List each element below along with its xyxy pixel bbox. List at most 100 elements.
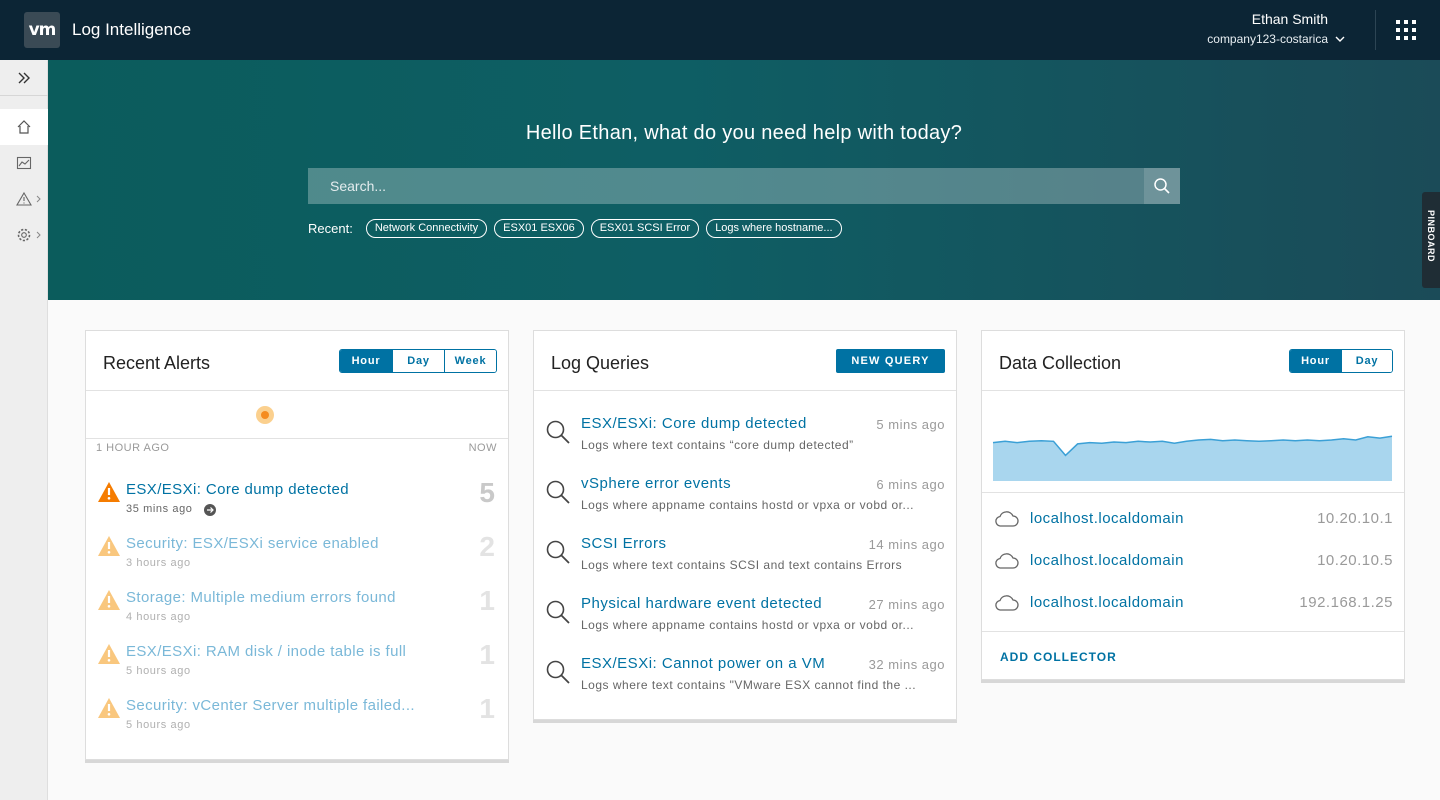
sidebar-item-alerts[interactable] [0, 181, 48, 217]
double-chevron-right-icon [18, 72, 30, 83]
query-time: 32 mins ago [868, 657, 945, 672]
cloud-icon [995, 511, 1019, 527]
sidebar-item-dashboard[interactable] [0, 145, 48, 181]
data-collection-card: Data Collection Hour Day localhost.local… [981, 330, 1405, 680]
alert-time: 5 hours ago [126, 719, 191, 731]
query-description: Logs where appname contains hostd or vpx… [581, 498, 915, 512]
arrow-right-circle-icon[interactable] [204, 504, 216, 516]
recent-chip[interactable]: ESX01 SCSI Error [590, 218, 700, 238]
search-icon [546, 600, 570, 624]
alert-time: 35 mins ago [126, 503, 193, 515]
alert-item[interactable]: Security: vCenter Server multiple failed… [86, 693, 508, 751]
user-menu[interactable]: Ethan Smith company123-costarica [1207, 11, 1346, 46]
search-bar [308, 168, 1180, 204]
sidebar-item-home[interactable] [0, 109, 48, 145]
timeline-start-label: 1 HOUR AGO [96, 442, 170, 454]
query-time: 27 mins ago [868, 597, 945, 612]
collector-name[interactable]: localhost.localdomain [1030, 552, 1184, 569]
vmware-logo[interactable]: vm [24, 12, 60, 48]
alert-item[interactable]: Storage: Multiple medium errors found 4 … [86, 585, 508, 643]
search-input[interactable] [308, 168, 1144, 204]
chevron-down-icon[interactable] [1334, 33, 1346, 45]
collector-name[interactable]: localhost.localdomain [1030, 594, 1184, 611]
card-header: Recent Alerts Hour Day Week [86, 331, 508, 391]
sidebar [0, 60, 48, 800]
new-query-button[interactable]: NEW QUERY [836, 349, 945, 373]
collector-name[interactable]: localhost.localdomain [1030, 510, 1184, 527]
range-day-button[interactable]: Day [1341, 350, 1392, 372]
alert-count: 2 [479, 531, 495, 562]
add-collector-button[interactable]: ADD COLLECTOR [1000, 650, 1117, 664]
alert-title[interactable]: ESX/ESXi: Core dump detected [126, 481, 349, 498]
search-button[interactable] [1144, 168, 1180, 204]
query-item[interactable]: Physical hardware event detected 27 mins… [534, 595, 956, 655]
recent-searches: Recent: Network Connectivity ESX01 ESX06… [308, 218, 849, 238]
query-time: 14 mins ago [868, 537, 945, 552]
alert-title[interactable]: Storage: Multiple medium errors found [126, 589, 396, 606]
warning-icon [98, 482, 120, 502]
query-description: Logs where appname contains hostd or vpx… [581, 618, 915, 632]
search-icon [1154, 178, 1170, 194]
alert-time: 4 hours ago [126, 611, 191, 623]
alert-item[interactable]: ESX/ESXi: Core dump detected 35 mins ago… [86, 477, 508, 535]
query-title[interactable]: vSphere error events [581, 475, 731, 492]
dashboard-icon [16, 156, 32, 170]
query-item[interactable]: ESX/ESXi: Cannot power on a VM 32 mins a… [534, 655, 956, 715]
greeting-text: Hello Ethan, what do you need help with … [525, 122, 963, 144]
collector-item[interactable]: localhost.localdomain 10.20.10.1 [982, 507, 1404, 549]
query-title[interactable]: ESX/ESXi: Cannot power on a VM [581, 655, 825, 672]
recent-chip[interactable]: Network Connectivity [365, 218, 488, 238]
alert-count: 1 [479, 639, 495, 670]
pinboard-tab[interactable]: PINBOARD [1422, 192, 1440, 288]
chart-area-fill [993, 436, 1392, 481]
range-hour-button[interactable]: Hour [1290, 350, 1341, 372]
search-icon [546, 660, 570, 684]
hero-banner: Hello Ethan, what do you need help with … [48, 60, 1440, 300]
collector-item[interactable]: localhost.localdomain 10.20.10.5 [982, 549, 1404, 591]
ingestion-area-chart [992, 435, 1393, 481]
collector-item[interactable]: localhost.localdomain 192.168.1.25 [982, 591, 1404, 633]
user-name: Ethan Smith [1251, 11, 1328, 27]
card-title: Log Queries [551, 353, 650, 373]
settings-icon [17, 228, 31, 242]
alert-title[interactable]: Security: ESX/ESXi service enabled [126, 535, 379, 552]
alert-item[interactable]: ESX/ESXi: RAM disk / inode table is full… [86, 639, 508, 697]
warning-icon [98, 644, 120, 664]
home-icon [17, 120, 31, 134]
add-collector-row: ADD COLLECTOR [982, 631, 1404, 681]
query-item[interactable]: SCSI Errors 14 mins ago Logs where text … [534, 535, 956, 595]
app-title: Log Intelligence [72, 20, 192, 39]
cloud-icon [995, 553, 1019, 569]
alert-title[interactable]: ESX/ESXi: RAM disk / inode table is full [126, 643, 406, 660]
search-icon [546, 540, 570, 564]
query-item[interactable]: vSphere error events 6 mins ago Logs whe… [534, 475, 956, 535]
collection-range-toggle: Hour Day [1289, 349, 1393, 373]
recent-chip[interactable]: Logs where hostname... [706, 218, 842, 238]
range-hour-button[interactable]: Hour [340, 350, 392, 372]
collector-ip: 10.20.10.5 [1317, 552, 1393, 569]
alert-title[interactable]: Security: vCenter Server multiple failed… [126, 697, 415, 714]
query-title[interactable]: Physical hardware event detected [581, 595, 822, 612]
card-title: Data Collection [999, 353, 1122, 373]
sidebar-item-settings[interactable] [0, 217, 48, 253]
timeline-event-marker[interactable] [256, 406, 274, 424]
range-week-button[interactable]: Week [444, 350, 496, 372]
app-switcher-icon[interactable] [1396, 20, 1416, 40]
query-title[interactable]: SCSI Errors [581, 535, 667, 552]
query-item[interactable]: ESX/ESXi: Core dump detected 5 mins ago … [534, 415, 956, 475]
alert-item[interactable]: Security: ESX/ESXi service enabled 3 hou… [86, 531, 508, 589]
sidebar-toggle[interactable] [0, 60, 48, 96]
range-day-button[interactable]: Day [392, 350, 444, 372]
cloud-icon [995, 595, 1019, 611]
alert-count: 1 [479, 693, 495, 724]
top-header: vm Log Intelligence Ethan Smith company1… [0, 0, 1440, 60]
timeline-end-label: NOW [468, 442, 497, 454]
pinboard-label: PINBOARD [1426, 210, 1436, 263]
chevron-right-icon [36, 231, 41, 239]
query-description: Logs where text contains “core dump dete… [581, 438, 854, 452]
recent-chip[interactable]: ESX01 ESX06 [494, 218, 584, 238]
recent-alerts-card: Recent Alerts Hour Day Week 1 HOUR AGO N… [85, 330, 509, 760]
query-title[interactable]: ESX/ESXi: Core dump detected [581, 415, 807, 432]
alerts-icon [16, 191, 32, 206]
warning-icon [98, 698, 120, 718]
